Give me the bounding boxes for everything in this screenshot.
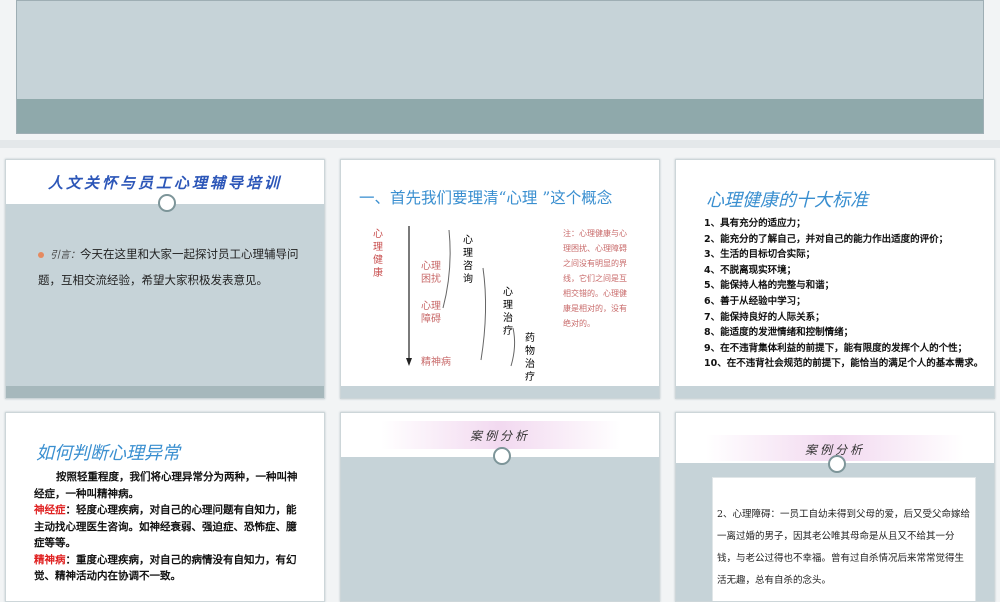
judge-psychosis: 精神病：重度心理疾病，对自己的病情没有自知力，有幻觉、精神活动内在协调不一致。 [34, 553, 297, 583]
bullet-icon [38, 251, 44, 258]
label-medication: 药物治疗 [525, 333, 535, 383]
list-item: 10、在不违背社会规范的前提下，能恰当的满足个人的基本需求。 [704, 358, 984, 370]
label-disorder: 心理障碍 [421, 301, 441, 325]
list-item: 3、生活的目标切合实际； [704, 249, 816, 261]
slide-ten-standards[interactable]: 心理健康的十大标准 1、具有充分的适应力； 2、能充分的了解自己，并对自己的能力… [675, 159, 995, 399]
slide-title: 案例分析 [469, 429, 530, 443]
list-item: 5、能保持人格的完整与和谐； [704, 280, 835, 292]
slide-case-analysis-b[interactable]: 案例分析 2、心理障碍：一员工自幼未得到父母的爱，后又受父命嫁给一离过婚的男子，… [675, 412, 995, 602]
list-item: 9、在不违背集体利益的前提下，能有限度的发挥个人的个性； [704, 342, 968, 354]
top-slide-upper-band [17, 1, 983, 99]
circle-marker [493, 447, 511, 465]
case-text: 2、心理障碍：一员工自幼未得到父母的爱，后又受父命嫁给一离过婚的男子，因其老公唯… [717, 509, 971, 586]
judge-body: 按照轻重程度，我们将心理异常分为两种，一种叫神经症，一种叫精神病。 神经症：轻度… [34, 469, 304, 585]
slide-intro[interactable]: 人文关怀与员工心理辅导培训 引言：今天在这里和大家一起探讨员工心理辅导问题，互相… [5, 159, 325, 399]
list-item: 6、善于从经验中学习； [704, 295, 806, 307]
list-item: 8、能适度的发泄情绪和控制情绪； [704, 327, 854, 339]
slide-title: 如何判断心理异常 [36, 443, 180, 464]
list-item: 1、具有充分的适应力； [704, 218, 806, 229]
standards-list: 1、具有充分的适应力； 2、能充分的了解自己，并对自己的能力作出适度的评价； 3… [704, 216, 994, 372]
separator [0, 140, 1000, 148]
top-slide-thumbnail[interactable] [16, 0, 984, 134]
footer-band [676, 386, 994, 398]
footer-band [6, 386, 324, 398]
case-box: 2、心理障碍：一员工自幼未得到父母的爱，后又受父命嫁给一离过婚的男子，因其老公唯… [712, 477, 976, 601]
intro-text: 引言：今天在这里和大家一起探讨员工心理辅导问题，互相交流经验，希望大家积极发表意… [38, 242, 318, 292]
slide-judge-abnormal[interactable]: 如何判断心理异常 按照轻重程度，我们将心理异常分为两种，一种叫神经症，一种叫精神… [5, 412, 325, 602]
slide-title: 心理健康的十大标准 [706, 190, 868, 211]
circle-marker [828, 455, 846, 473]
judge-neurosis: 神经症：轻度心理疾病，对自己的心理问题有自知力，能主动找心理医生咨询。如神经衰弱… [34, 504, 297, 549]
list-item: 2、能充分的了解自己，并对自己的能力作出适度的评价； [704, 233, 949, 245]
note-text: 注：心理健康与心理困扰、心理障碍之间没有明显的界线，它们之间是互相交错的。心理健… [563, 229, 627, 328]
slide-concept[interactable]: 一、首先我们要理清“心理 ”这个概念 心理健康 心理困扰 心理障碍 精神病 心理… [340, 159, 660, 399]
footer-band [341, 386, 659, 398]
judge-intro: 按照轻重程度，我们将心理异常分为两种，一种叫神经症，一种叫精神病。 [34, 471, 298, 500]
label-psychosis: 精神病 [421, 357, 451, 368]
content-band [341, 457, 659, 601]
circle-marker [158, 194, 176, 212]
label-therapy: 心理治疗 [503, 287, 513, 337]
list-item: 7、能保持良好的人际关系； [704, 311, 825, 323]
label-distress: 心理困扰 [421, 261, 441, 285]
lead-label: 引言： [50, 250, 80, 261]
list-item: 4、不脱离现实环境； [704, 264, 797, 276]
slide-case-analysis-a[interactable]: 案例分析 [340, 412, 660, 602]
slide-title: 人文关怀与员工心理辅导培训 [47, 174, 282, 192]
content-band [6, 204, 324, 386]
label-counseling: 心理咨询 [463, 235, 473, 285]
top-slide-lower-band [17, 99, 983, 133]
